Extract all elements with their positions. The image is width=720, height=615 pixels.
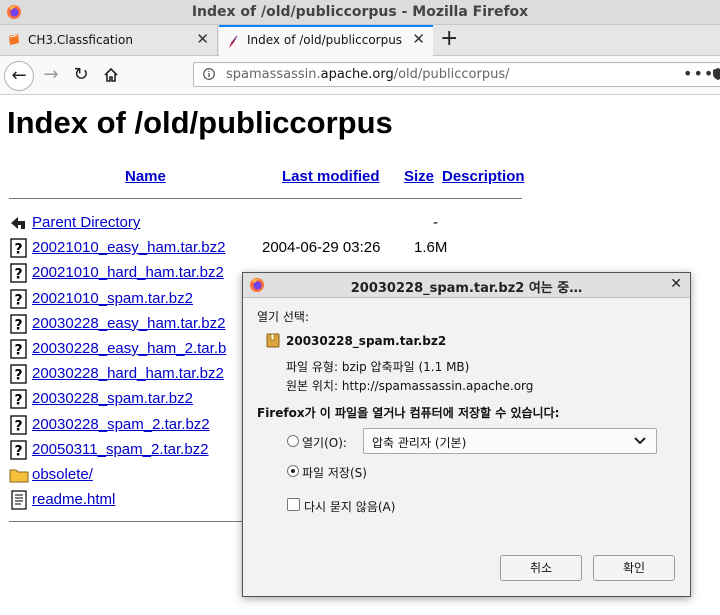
dialog-body: 열기 선택: 20030228_spam.tar.bz2 파일 유형: bzip…: [243, 298, 690, 596]
file-unknown-icon: ?: [9, 440, 29, 460]
tab-label: Index of /old/publiccorpus: [247, 33, 403, 47]
ok-button[interactable]: 확인: [593, 555, 675, 581]
file-unknown-icon: ?: [9, 263, 29, 284]
svg-text:?: ?: [14, 242, 22, 258]
file-unknown-icon: ?: [9, 288, 29, 309]
window-titlebar: Index of /old/publiccorpus - Mozilla Fir…: [0, 0, 720, 25]
listing-row: ? 20021010_easy_ham.tar.bz2 2004-06-29 03:…: [9, 237, 529, 259]
reload-icon[interactable]: ↻: [67, 61, 95, 89]
dialog-titlebar: 20030228_spam.tar.bz2 여는 중… ✕: [243, 273, 690, 298]
file-link[interactable]: 20030228_spam.tar.bz2: [32, 390, 193, 407]
sort-by-size-link[interactable]: Size: [404, 168, 434, 185]
close-tab-icon[interactable]: ✕: [412, 30, 425, 48]
last-modified: 2004-06-29 03:26: [262, 239, 381, 257]
listing-row: Parent Directory -: [9, 212, 529, 234]
window-title: Index of /old/publiccorpus - Mozilla Fir…: [191, 4, 529, 20]
file-unknown-icon: ?: [9, 314, 29, 334]
save-file-radio[interactable]: [287, 465, 299, 477]
navigation-toolbar: ← → ↻ spamassassin.apache.org/old/public…: [0, 56, 720, 95]
tab-ch3-classification[interactable]: CH3.Classfication ✕: [0, 25, 218, 55]
file-size: -: [433, 214, 438, 231]
file-link[interactable]: 20050311_spam_2.tar.bz2: [32, 441, 209, 458]
svg-text:?: ?: [14, 368, 22, 384]
svg-text:?: ?: [14, 267, 22, 283]
file-link[interactable]: 20030228_spam_2.tar.bz2: [32, 416, 210, 433]
dialog-title: 20030228_spam.tar.bz2 여는 중…: [350, 281, 583, 296]
save-file-label[interactable]: 파일 저장(S): [302, 464, 367, 481]
new-tab-icon[interactable]: +: [440, 25, 458, 53]
forward-icon[interactable]: →: [37, 61, 65, 89]
file-size: 1.6M: [414, 239, 448, 257]
open-with-value: 압축 관리자 (기본): [372, 436, 467, 450]
svg-text:?: ?: [14, 393, 22, 409]
file-link[interactable]: 20021010_hard_ham.tar.bz2: [32, 264, 224, 281]
address-bar[interactable]: spamassassin.apache.org/old/publiccorpus…: [193, 62, 720, 87]
tab-label: CH3.Classfication: [28, 33, 133, 47]
open-with-radio[interactable]: [287, 435, 299, 447]
back-icon[interactable]: ←: [4, 61, 34, 91]
tracking-shield-icon[interactable]: [712, 67, 720, 81]
sort-by-modified-link[interactable]: Last modified: [282, 168, 380, 185]
file-unknown-icon: ?: [9, 389, 29, 410]
back-icon: [9, 213, 29, 233]
file-link[interactable]: 20030228_hard_ham.tar.bz2: [32, 365, 224, 382]
dont-ask-label[interactable]: 다시 묻지 않음(A): [304, 498, 395, 515]
dialog-question: Firefox가 이 파일을 열거나 컴퓨터에 저장할 수 있습니다:: [257, 406, 560, 420]
file-link[interactable]: 20021010_spam.tar.bz2: [32, 290, 193, 307]
archive-file-icon: [266, 333, 280, 348]
file-link[interactable]: 20021010_easy_ham.tar.bz2: [32, 239, 225, 256]
svg-text:?: ?: [14, 317, 22, 333]
svg-text:?: ?: [14, 443, 22, 459]
folder-icon: [9, 465, 29, 485]
file-name: 20030228_spam.tar.bz2: [286, 334, 447, 348]
svg-text:?: ?: [14, 292, 22, 308]
file-link[interactable]: 20030228_easy_ham_2.tar.b: [32, 340, 226, 357]
file-link[interactable]: obsolete/: [32, 466, 93, 483]
open-with-label[interactable]: 열기(O):: [302, 434, 347, 451]
file-link[interactable]: 20030228_easy_ham.tar.bz2: [32, 315, 225, 332]
notebook-icon: [9, 34, 19, 45]
home-icon[interactable]: [97, 61, 125, 89]
page-actions-icon[interactable]: •••: [683, 64, 714, 83]
chevron-down-icon: [634, 437, 646, 445]
apache-feather-icon: [229, 35, 238, 48]
divider: [9, 198, 522, 199]
sort-by-description-link[interactable]: Description: [442, 168, 525, 185]
tab-index-publiccorpus[interactable]: Index of /old/publiccorpus ✕: [219, 25, 433, 56]
download-dialog: 20030228_spam.tar.bz2 여는 중… ✕ 열기 선택: 200…: [242, 272, 691, 597]
dont-ask-checkbox[interactable]: [287, 498, 300, 511]
close-tab-icon[interactable]: ✕: [196, 30, 209, 48]
text-file-icon: [9, 490, 29, 510]
file-type: 파일 유형: bzip 압축파일 (1.1 MB): [286, 360, 470, 374]
file-source: 원본 위치: http://spamassassin.apache.org: [286, 379, 534, 393]
file-link[interactable]: readme.html: [32, 491, 115, 508]
url-text: spamassassin.apache.org/old/publiccorpus…: [226, 67, 510, 82]
svg-text:?: ?: [14, 343, 22, 359]
file-unknown-icon: ?: [9, 339, 29, 359]
tab-strip: CH3.Classfication ✕ Index of /old/public…: [0, 25, 720, 56]
svg-text:?: ?: [14, 418, 22, 434]
file-unknown-icon: ?: [9, 414, 29, 435]
open-choice-label: 열기 선택:: [257, 310, 310, 324]
open-with-select[interactable]: 압축 관리자 (기본): [363, 428, 657, 454]
file-unknown-icon: ?: [9, 238, 29, 258]
page-heading: Index of /old/publiccorpus: [7, 105, 393, 140]
site-info-icon[interactable]: [203, 68, 215, 80]
sort-by-name-link[interactable]: Name: [125, 168, 166, 185]
close-icon[interactable]: ✕: [670, 276, 682, 292]
cancel-button[interactable]: 취소: [500, 555, 582, 581]
file-unknown-icon: ?: [9, 364, 29, 384]
file-link[interactable]: Parent Directory: [32, 214, 140, 231]
